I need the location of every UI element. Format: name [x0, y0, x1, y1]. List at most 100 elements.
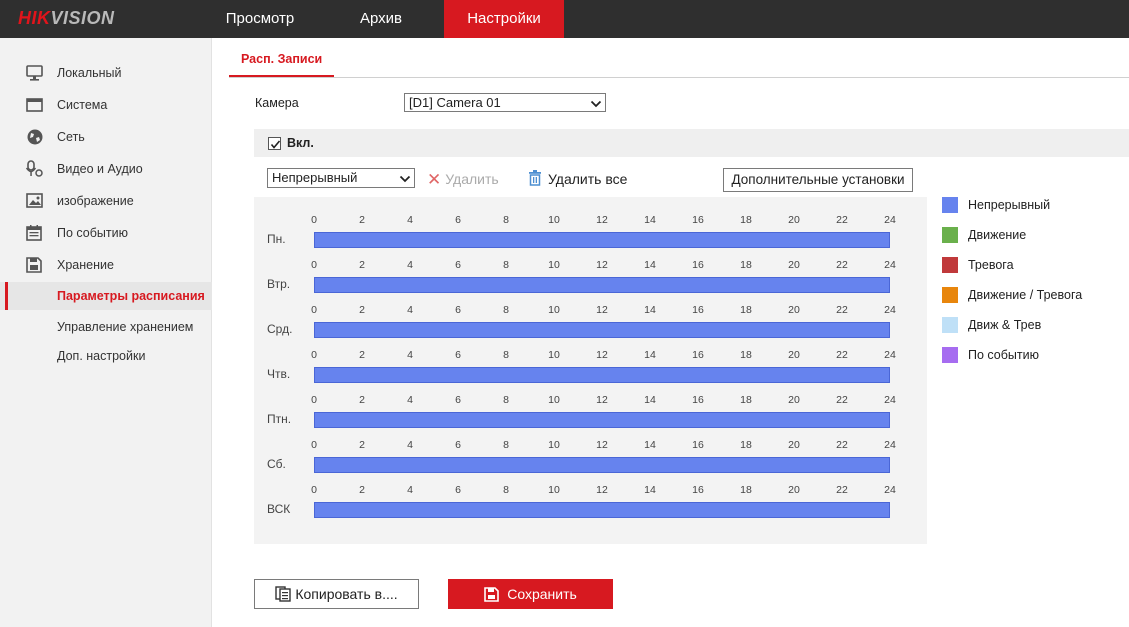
- hour-tick-label: 22: [836, 394, 848, 406]
- microphone-icon: [25, 160, 45, 178]
- hour-tick-label: 2: [359, 214, 365, 226]
- schedule-day-row: 0 2 4 6 8 10 12 14 16 18 20 22 24 Срд.: [254, 287, 927, 338]
- copy-to-button[interactable]: Копировать в....: [254, 579, 419, 609]
- hour-tick-label: 16: [692, 349, 704, 361]
- sidebar-subitem-label: Параметры расписания: [57, 289, 205, 303]
- advanced-settings-button[interactable]: Дополнительные установки: [723, 168, 913, 192]
- nav-tab-live-view[interactable]: Просмотр: [212, 0, 308, 38]
- legend-label: По событию: [968, 348, 1039, 362]
- schedule-bar[interactable]: [314, 502, 890, 518]
- delete-all-button[interactable]: Удалить все: [528, 170, 627, 188]
- hour-tick-label: 0: [311, 484, 317, 496]
- hour-tick-label: 12: [596, 259, 608, 271]
- hour-tick-label: 2: [359, 484, 365, 496]
- sidebar-item-schedule-settings[interactable]: Параметры расписания: [0, 282, 212, 310]
- delete-all-label: Удалить все: [548, 171, 628, 187]
- logo-part-red: HIK: [18, 8, 51, 28]
- hour-tick-label: 24: [884, 394, 896, 406]
- schedule-day-row: 0 2 4 6 8 10 12 14 16 18 20 22 24 Сб.: [254, 422, 927, 473]
- sidebar-item-event[interactable]: По событию: [0, 218, 212, 248]
- hour-tick-label: 14: [644, 214, 656, 226]
- hour-tick-label: 8: [503, 484, 509, 496]
- sidebar-item-advanced-settings[interactable]: Доп. настройки: [0, 342, 212, 370]
- hour-tick-label: 8: [503, 349, 509, 361]
- calendar-icon: [25, 224, 45, 242]
- delete-button[interactable]: ✕ Удалить: [427, 170, 499, 189]
- hour-tick-label: 20: [788, 439, 800, 451]
- hour-tick-label: 0: [311, 439, 317, 451]
- hour-tick-label: 4: [407, 214, 413, 226]
- copy-label: Копировать в....: [295, 586, 398, 602]
- legend-label: Движ & Трев: [968, 318, 1042, 332]
- legend-label: Движение / Тревога: [968, 288, 1083, 302]
- nav-tab-playback[interactable]: Архив: [332, 0, 430, 38]
- hour-tick-label: 6: [455, 214, 461, 226]
- day-label: ВСК: [267, 502, 291, 516]
- enable-label: Вкл.: [287, 136, 314, 150]
- camera-select[interactable]: [D1] Camera 01: [404, 93, 606, 112]
- hour-tick-label: 10: [548, 259, 560, 271]
- tab-record-schedule[interactable]: Расп. Записи: [229, 52, 335, 77]
- hour-tick-label: 0: [311, 304, 317, 316]
- hour-tick-label: 8: [503, 304, 509, 316]
- hour-tick-label: 10: [548, 484, 560, 496]
- camera-select-value: [D1] Camera 01: [409, 95, 501, 110]
- sidebar-item-network[interactable]: Сеть: [0, 122, 212, 152]
- legend-swatch: [942, 257, 958, 273]
- close-icon: ✕: [427, 170, 442, 189]
- hour-tick-label: 4: [407, 304, 413, 316]
- enable-checkbox[interactable]: [268, 137, 281, 150]
- sidebar-item-storage-management[interactable]: Управление хранением: [0, 313, 212, 341]
- hour-tick-label: 18: [740, 214, 752, 226]
- hour-tick-label: 18: [740, 259, 752, 271]
- sidebar-item-storage[interactable]: Хранение: [0, 250, 212, 280]
- hour-tick-label: 22: [836, 349, 848, 361]
- legend-label: Движение: [968, 228, 1027, 242]
- schedule-day-row: 0 2 4 6 8 10 12 14 16 18 20 22 24 Птн.: [254, 377, 927, 428]
- schedule-day-row: 0 2 4 6 8 10 12 14 16 18 20 22 24 Втр.: [254, 242, 927, 293]
- legend-swatch: [942, 347, 958, 363]
- hour-tick-label: 6: [455, 394, 461, 406]
- hour-tick-label: 4: [407, 349, 413, 361]
- hour-tick-label: 22: [836, 259, 848, 271]
- hour-tick-label: 12: [596, 349, 608, 361]
- record-type-select[interactable]: Непрерывный: [267, 168, 415, 188]
- hour-tick-label: 12: [596, 394, 608, 406]
- hour-tick-label: 14: [644, 484, 656, 496]
- hour-tick-label: 20: [788, 394, 800, 406]
- hour-tick-label: 6: [455, 304, 461, 316]
- hour-tick-label: 24: [884, 259, 896, 271]
- nav-tab-configuration[interactable]: Настройки: [444, 0, 564, 38]
- sidebar-item-video-audio[interactable]: Видео и Аудио: [0, 154, 212, 184]
- hour-tick-label: 14: [644, 304, 656, 316]
- storage-icon: [25, 256, 45, 274]
- legend-swatch: [942, 287, 958, 303]
- sidebar-subitem-label: Доп. настройки: [57, 349, 146, 363]
- hour-tick-label: 22: [836, 484, 848, 496]
- hour-tick-label: 14: [644, 259, 656, 271]
- image-icon: [25, 192, 45, 210]
- hour-tick-label: 8: [503, 259, 509, 271]
- save-button[interactable]: Сохранить: [448, 579, 613, 609]
- hour-tick-label: 6: [455, 259, 461, 271]
- delete-label: Удалить: [445, 171, 499, 187]
- save-icon: [484, 587, 500, 602]
- hour-tick-label: 4: [407, 394, 413, 406]
- hour-tick-label: 18: [740, 394, 752, 406]
- hour-tick-label: 18: [740, 304, 752, 316]
- hour-tick-label: 2: [359, 394, 365, 406]
- sidebar-item-system[interactable]: Система: [0, 90, 212, 120]
- hour-tick-label: 24: [884, 484, 896, 496]
- hour-tick-label: 22: [836, 304, 848, 316]
- trash-icon: [529, 170, 541, 186]
- sidebar-item-local[interactable]: Локальный: [0, 58, 212, 88]
- hour-tick-label: 10: [548, 349, 560, 361]
- sidebar-item-image[interactable]: изображение: [0, 186, 212, 216]
- hour-tick-label: 14: [644, 394, 656, 406]
- hour-tick-label: 24: [884, 439, 896, 451]
- hour-tick-label: 2: [359, 439, 365, 451]
- system-window-icon: [25, 96, 45, 114]
- hour-tick-label: 2: [359, 259, 365, 271]
- hour-tick-label: 12: [596, 214, 608, 226]
- hour-tick-label: 22: [836, 214, 848, 226]
